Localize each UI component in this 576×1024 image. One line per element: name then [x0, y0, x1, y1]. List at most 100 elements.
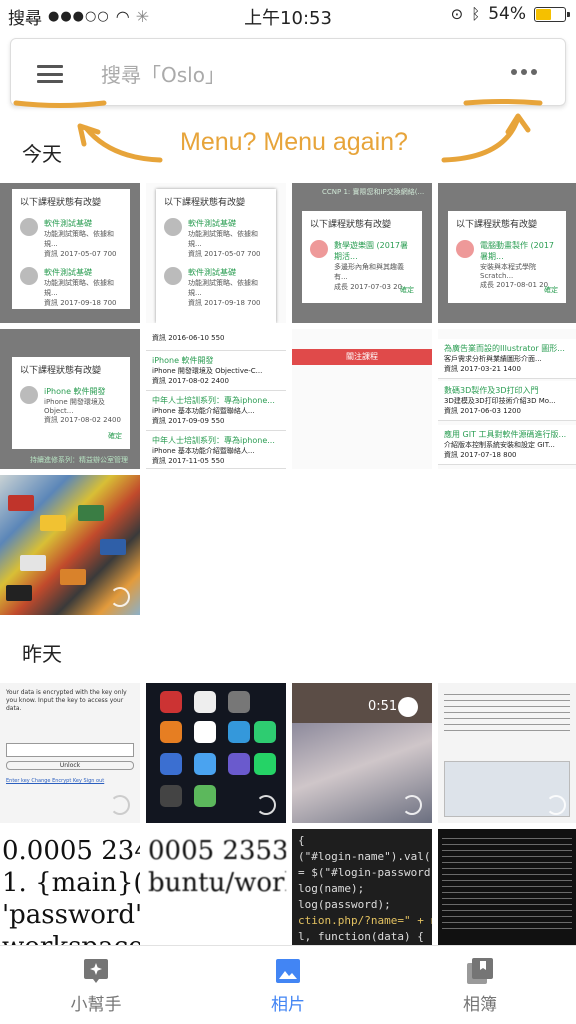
- confirm-button[interactable]: 確定: [400, 285, 414, 295]
- course-title: 軟件測試基礎: [188, 219, 236, 228]
- lego-brick: [40, 515, 66, 531]
- doc-links: Enter key Change Encrypt Key Sign out: [6, 778, 105, 784]
- photo-tile[interactable]: 0005 23535 buntu/work: [146, 829, 286, 945]
- list-item: 中年人士培訓系列：專為iphone... iPhone 基本功能介紹暨聯絡人...…: [146, 431, 286, 469]
- list-item: 數碼3D製作及3D打印入門 3D建模及3D打印技術介紹3D Mo... 資訊 201…: [438, 381, 576, 421]
- list-meta: 資訊 2017-06-03 1200: [444, 407, 521, 415]
- photo-tile[interactable]: 以下課程狀態有改變 軟件測試基礎 功能測試策略、依據和規... 資訊 2017-05…: [0, 183, 140, 323]
- photo-tile[interactable]: 以下課程狀態有改變 電腦動畫製作 (2017暑期... 安裝與本程式學院Scrat…: [438, 183, 576, 323]
- list-item: 應用 GIT 工具對軟件源碼進行版... 介紹版本控制系統安裝和設定 GIT...…: [438, 425, 576, 465]
- list-meta: 資訊 2016-06-10 550: [152, 334, 225, 342]
- dialog-title: 以下課程狀態有改變: [310, 220, 392, 230]
- code-line: ("#login-name").val();: [298, 850, 432, 863]
- lego-brick: [20, 555, 46, 571]
- sync-icon: [256, 795, 276, 815]
- code-block: [442, 833, 572, 933]
- course-meta: 資訊 2017-09-18 700: [188, 299, 261, 307]
- photo-tile-lego[interactable]: [0, 475, 140, 615]
- course-meta: 資訊 2017-05-07 700: [188, 250, 261, 258]
- code-line: log(password);: [298, 898, 391, 911]
- nav-albums[interactable]: 相簿: [420, 958, 540, 1015]
- photo-tile[interactable]: 以下課程狀態有改變 軟件測試基礎 功能測試策略、依據和規... 資訊 2017-05…: [146, 183, 286, 323]
- sync-icon: [546, 795, 566, 815]
- list-subtitle: iPhone 基本功能介紹暨聯絡人...: [152, 447, 255, 455]
- photo-tile[interactable]: [146, 683, 286, 823]
- bottom-navigation: 小幫手 相片 相簿: [0, 945, 576, 1024]
- section-title-today: 今天: [22, 142, 62, 166]
- course-meta: 資訊 2017-08-02 2400: [44, 416, 121, 424]
- gear-icon: [20, 386, 38, 404]
- list-title: 中年人士培訓系列：專為iphone...: [152, 396, 275, 405]
- list-item: 資訊 2016-06-10 550: [146, 329, 286, 351]
- course-icon: [310, 240, 328, 258]
- photo-tile[interactable]: 關注課程: [292, 329, 432, 469]
- zoom-text-line: buntu/work: [148, 868, 286, 898]
- list-meta: 資訊 2017-11-05 550: [152, 457, 225, 465]
- list-subtitle: 3D建模及3D打印技術介紹3D Mo...: [444, 397, 556, 405]
- course-subtitle: 功能測試策略、依據和規...: [44, 230, 114, 248]
- list-subtitle: iPhone 基本功能介紹暨聯絡人...: [152, 407, 255, 415]
- zoom-text-line: 1. {main}() /h: [2, 868, 140, 898]
- zoom-text-line: 0.0005 234984: [2, 836, 140, 866]
- course-row: 軟件測試基礎 功能測試策略、依據和規... 資訊 2017-09-18 700: [20, 267, 122, 308]
- app-icon: [160, 721, 182, 743]
- gear-icon: [164, 267, 182, 285]
- code-line: {: [298, 834, 305, 847]
- dialog-card: 以下課程狀態有改變 軟件測試基礎 功能測試策略、依據和規... 資訊 2017-05…: [156, 189, 276, 323]
- dialog-card: 以下課程狀態有改變 數學遊樂園 (2017暑期活... 多邊形內角和與其趣義有..…: [302, 211, 422, 303]
- list-meta: 資訊 2017-08-02 2400: [152, 377, 229, 385]
- photo-tile[interactable]: 以下課程狀態有改變 iPhone 軟件開發 iPhone 開發環境及 Object…: [0, 329, 140, 469]
- dialog-title: 以下課程狀態有改變: [164, 198, 246, 208]
- course-title: iPhone 軟件開發: [44, 387, 106, 396]
- course-meta: 資訊 2017-05-07 700: [44, 250, 117, 258]
- list-item: 中年人士培訓系列：專為iphone... iPhone 基本功能介紹暨聯絡人...…: [146, 391, 286, 431]
- gear-icon: [20, 267, 38, 285]
- course-subtitle: 功能測試策略、依據和規...: [44, 279, 114, 297]
- doc-unlock-button: Unlock: [6, 761, 134, 770]
- sync-icon: [110, 587, 130, 607]
- follow-course-button[interactable]: 關注課程: [292, 349, 432, 365]
- dialog-card: 以下課程狀態有改變 軟件測試基礎 功能測試策略、依據和規... 資訊 2017-05…: [12, 189, 130, 309]
- photo-tile[interactable]: { ("#login-name").val(); = $("#login-pas…: [292, 829, 432, 945]
- course-subtitle: 安裝與本程式學院Scratch...: [480, 263, 536, 280]
- albums-icon: [467, 958, 493, 984]
- course-row: iPhone 軟件開發 iPhone 開發環境及 Object... 資訊 2017…: [20, 386, 122, 425]
- app-icon: [228, 721, 250, 743]
- code-line: log(name);: [298, 882, 365, 895]
- gear-icon: [20, 218, 38, 236]
- app-icon: [194, 721, 216, 743]
- dialog-title: 以下課程狀態有改變: [20, 198, 102, 208]
- app-icon: [194, 753, 216, 775]
- app-icon: [160, 753, 182, 775]
- photo-tile[interactable]: [438, 829, 576, 945]
- zoom-text-line: workspace/(: [2, 931, 140, 945]
- nav-photos[interactable]: 相片: [228, 958, 348, 1015]
- photo-tile[interactable]: Your data is encrypted with the key only…: [0, 683, 140, 823]
- confirm-button[interactable]: 確定: [108, 431, 122, 441]
- lego-brick: [60, 569, 86, 585]
- code-line: = $("#login-password").val();: [298, 866, 432, 879]
- photo-tile[interactable]: CCNP 1: 實際您和IP交換網絡(... 以下課程狀態有改變 數學遊樂園 (…: [292, 183, 432, 323]
- confirm-button[interactable]: 確定: [544, 285, 558, 295]
- sync-icon: [402, 795, 422, 815]
- sync-icon: [110, 795, 130, 815]
- list-meta: 資訊 2017-07-18 800: [444, 451, 517, 459]
- course-title: 數學遊樂園 (2017暑期活...: [334, 241, 409, 261]
- dialog-card: 以下課程狀態有改變 電腦動畫製作 (2017暑期... 安裝與本程式學院Scrat…: [448, 211, 566, 303]
- app-icon: [160, 691, 182, 713]
- list-title: iPhone 軟件開發: [152, 356, 214, 365]
- play-icon[interactable]: [398, 697, 418, 717]
- photo-tile[interactable]: 資訊 2016-06-10 550 iPhone 軟件開發 iPhone 開發環境…: [146, 329, 286, 469]
- app-icon: [228, 753, 250, 775]
- nav-assistant[interactable]: 小幫手: [36, 958, 156, 1015]
- app-icon: [254, 753, 276, 775]
- list-title: 為廣告業而設的Illustrator 圖形...: [444, 344, 565, 353]
- photo-tile[interactable]: 0.0005 234984 1. {main}() /h 'password' …: [0, 829, 140, 945]
- photo-tile[interactable]: [438, 683, 576, 823]
- lego-brick: [100, 539, 126, 555]
- photo-tile[interactable]: 為廣告業而設的Illustrator 圖形... 客戶需求分析與業績圖形介面...…: [438, 329, 576, 469]
- list-subtitle: 介紹版本控制系統安裝和設定 GIT...: [444, 441, 555, 449]
- video-tile[interactable]: 0:51: [292, 683, 432, 823]
- app-icon: [254, 721, 276, 743]
- list-subtitle: 客戶需求分析與業績圖形介面...: [444, 355, 542, 363]
